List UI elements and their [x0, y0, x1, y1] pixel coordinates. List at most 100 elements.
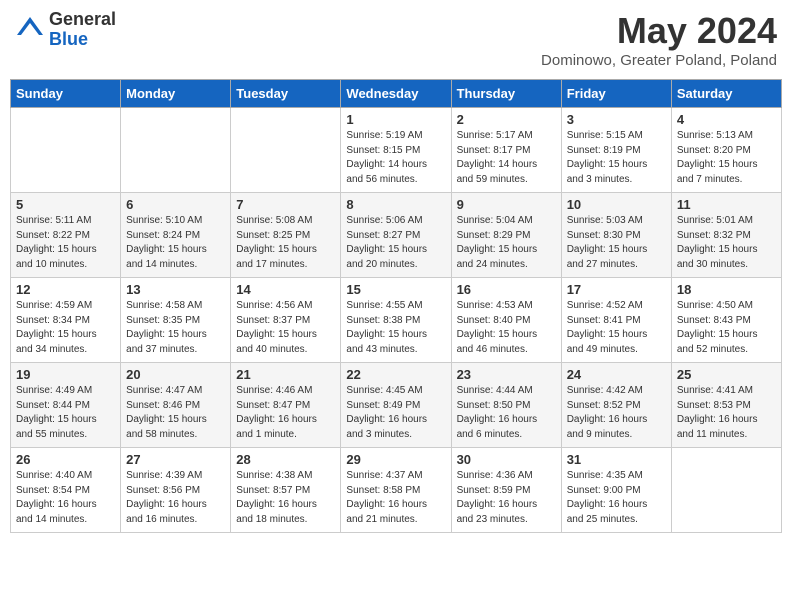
day-info: Sunrise: 4:55 AM Sunset: 8:38 PM Dayligh…: [346, 299, 445, 357]
day-info: Sunrise: 4:37 AM Sunset: 8:58 PM Dayligh…: [346, 469, 445, 527]
logo-icon: [15, 15, 45, 45]
day-number: 9: [457, 197, 556, 212]
day-info: Sunrise: 4:41 AM Sunset: 8:53 PM Dayligh…: [677, 384, 776, 442]
calendar-cell: [231, 108, 341, 193]
calendar-week-3: 12 Sunrise: 4:59 AM Sunset: 8:34 PM Dayli…: [11, 278, 782, 363]
day-info: Sunrise: 4:44 AM Sunset: 8:50 PM Dayligh…: [457, 384, 556, 442]
day-number: 20: [126, 367, 225, 382]
calendar-cell: [121, 108, 231, 193]
day-info: Sunrise: 5:03 AM Sunset: 8:30 PM Dayligh…: [567, 214, 666, 272]
calendar-week-4: 19 Sunrise: 4:49 AM Sunset: 8:44 PM Dayli…: [11, 363, 782, 448]
day-info: Sunrise: 5:13 AM Sunset: 8:20 PM Dayligh…: [677, 129, 776, 187]
day-number: 11: [677, 197, 776, 212]
column-header-wednesday: Wednesday: [341, 80, 451, 108]
day-number: 10: [567, 197, 666, 212]
day-number: 15: [346, 282, 445, 297]
day-info: Sunrise: 4:52 AM Sunset: 8:41 PM Dayligh…: [567, 299, 666, 357]
column-header-friday: Friday: [561, 80, 671, 108]
day-info: Sunrise: 4:59 AM Sunset: 8:34 PM Dayligh…: [16, 299, 115, 357]
day-number: 1: [346, 112, 445, 127]
day-info: Sunrise: 4:47 AM Sunset: 8:46 PM Dayligh…: [126, 384, 225, 442]
day-number: 26: [16, 452, 115, 467]
calendar-cell: 2 Sunrise: 5:17 AM Sunset: 8:17 PM Daylig…: [451, 108, 561, 193]
logo-text: General Blue: [49, 10, 116, 50]
day-number: 29: [346, 452, 445, 467]
day-info: Sunrise: 4:53 AM Sunset: 8:40 PM Dayligh…: [457, 299, 556, 357]
day-number: 16: [457, 282, 556, 297]
month-title: May 2024: [541, 10, 777, 52]
calendar-cell: 30Sunrise: 4:36 AM Sunset: 8:59 PM Dayli…: [451, 448, 561, 533]
day-number: 27: [126, 452, 225, 467]
day-info: Sunrise: 5:06 AM Sunset: 8:27 PM Dayligh…: [346, 214, 445, 272]
calendar-cell: 22Sunrise: 4:45 AM Sunset: 8:49 PM Dayli…: [341, 363, 451, 448]
day-info: Sunrise: 4:40 AM Sunset: 8:54 PM Dayligh…: [16, 469, 115, 527]
day-info: Sunrise: 4:49 AM Sunset: 8:44 PM Dayligh…: [16, 384, 115, 442]
calendar-cell: 17Sunrise: 4:52 AM Sunset: 8:41 PM Dayli…: [561, 278, 671, 363]
day-number: 23: [457, 367, 556, 382]
calendar-cell: 8 Sunrise: 5:06 AM Sunset: 8:27 PM Daylig…: [341, 193, 451, 278]
day-info: Sunrise: 5:15 AM Sunset: 8:19 PM Dayligh…: [567, 129, 666, 187]
day-number: 12: [16, 282, 115, 297]
day-info: Sunrise: 4:42 AM Sunset: 8:52 PM Dayligh…: [567, 384, 666, 442]
calendar-cell: 31 Sunrise: 4:35 AM Sunset: 9:00 PM Dayli…: [561, 448, 671, 533]
day-info: Sunrise: 5:10 AM Sunset: 8:24 PM Dayligh…: [126, 214, 225, 272]
calendar-cell: 29 Sunrise: 4:37 AM Sunset: 8:58 PM Dayli…: [341, 448, 451, 533]
calendar-cell: 11Sunrise: 5:01 AM Sunset: 8:32 PM Dayli…: [671, 193, 781, 278]
day-number: 13: [126, 282, 225, 297]
day-info: Sunrise: 5:19 AM Sunset: 8:15 PM Dayligh…: [346, 129, 445, 187]
day-number: 19: [16, 367, 115, 382]
day-info: Sunrise: 4:56 AM Sunset: 8:37 PM Dayligh…: [236, 299, 335, 357]
day-number: 30: [457, 452, 556, 467]
day-info: Sunrise: 4:58 AM Sunset: 8:35 PM Dayligh…: [126, 299, 225, 357]
calendar-week-1: 1 Sunrise: 5:19 AM Sunset: 8:15 PM Daylig…: [11, 108, 782, 193]
calendar-week-2: 5Sunrise: 5:11 AM Sunset: 8:22 PM Daylig…: [11, 193, 782, 278]
calendar-cell: 26 Sunrise: 4:40 AM Sunset: 8:54 PM Dayli…: [11, 448, 121, 533]
day-info: Sunrise: 4:46 AM Sunset: 8:47 PM Dayligh…: [236, 384, 335, 442]
calendar-cell: 10 Sunrise: 5:03 AM Sunset: 8:30 PM Dayli…: [561, 193, 671, 278]
calendar-cell: 12 Sunrise: 4:59 AM Sunset: 8:34 PM Dayli…: [11, 278, 121, 363]
calendar-cell: 9 Sunrise: 5:04 AM Sunset: 8:29 PM Daylig…: [451, 193, 561, 278]
day-number: 14: [236, 282, 335, 297]
day-info: Sunrise: 5:04 AM Sunset: 8:29 PM Dayligh…: [457, 214, 556, 272]
day-info: Sunrise: 4:35 AM Sunset: 9:00 PM Dayligh…: [567, 469, 666, 527]
day-number: 8: [346, 197, 445, 212]
calendar-cell: 7Sunrise: 5:08 AM Sunset: 8:25 PM Daylig…: [231, 193, 341, 278]
day-number: 28: [236, 452, 335, 467]
calendar-header-row: SundayMondayTuesdayWednesdayThursdayFrid…: [11, 80, 782, 108]
column-header-monday: Monday: [121, 80, 231, 108]
day-number: 5: [16, 197, 115, 212]
calendar-cell: 27Sunrise: 4:39 AM Sunset: 8:56 PM Dayli…: [121, 448, 231, 533]
calendar-cell: 3 Sunrise: 5:15 AM Sunset: 8:19 PM Daylig…: [561, 108, 671, 193]
calendar-cell: 5Sunrise: 5:11 AM Sunset: 8:22 PM Daylig…: [11, 193, 121, 278]
day-info: Sunrise: 4:38 AM Sunset: 8:57 PM Dayligh…: [236, 469, 335, 527]
calendar-cell: [11, 108, 121, 193]
day-number: 4: [677, 112, 776, 127]
day-number: 25: [677, 367, 776, 382]
day-number: 21: [236, 367, 335, 382]
calendar-cell: 19 Sunrise: 4:49 AM Sunset: 8:44 PM Dayli…: [11, 363, 121, 448]
calendar-cell: [671, 448, 781, 533]
calendar-cell: 20 Sunrise: 4:47 AM Sunset: 8:46 PM Dayli…: [121, 363, 231, 448]
day-number: 2: [457, 112, 556, 127]
day-number: 3: [567, 112, 666, 127]
calendar-cell: 1 Sunrise: 5:19 AM Sunset: 8:15 PM Daylig…: [341, 108, 451, 193]
column-header-tuesday: Tuesday: [231, 80, 341, 108]
title-block: May 2024 Dominowo, Greater Poland, Polan…: [541, 10, 777, 69]
column-header-sunday: Sunday: [11, 80, 121, 108]
calendar-cell: 14 Sunrise: 4:56 AM Sunset: 8:37 PM Dayli…: [231, 278, 341, 363]
calendar-cell: 18Sunrise: 4:50 AM Sunset: 8:43 PM Dayli…: [671, 278, 781, 363]
calendar-week-5: 26 Sunrise: 4:40 AM Sunset: 8:54 PM Dayli…: [11, 448, 782, 533]
day-number: 18: [677, 282, 776, 297]
calendar-table: SundayMondayTuesdayWednesdayThursdayFrid…: [10, 79, 782, 533]
calendar-cell: 25 Sunrise: 4:41 AM Sunset: 8:53 PM Dayli…: [671, 363, 781, 448]
calendar-cell: 21 Sunrise: 4:46 AM Sunset: 8:47 PM Dayli…: [231, 363, 341, 448]
day-number: 22: [346, 367, 445, 382]
calendar-cell: 23 Sunrise: 4:44 AM Sunset: 8:50 PM Dayli…: [451, 363, 561, 448]
calendar-cell: 24 Sunrise: 4:42 AM Sunset: 8:52 PM Dayli…: [561, 363, 671, 448]
day-info: Sunrise: 5:17 AM Sunset: 8:17 PM Dayligh…: [457, 129, 556, 187]
day-number: 24: [567, 367, 666, 382]
column-header-thursday: Thursday: [451, 80, 561, 108]
day-info: Sunrise: 5:08 AM Sunset: 8:25 PM Dayligh…: [236, 214, 335, 272]
day-number: 6: [126, 197, 225, 212]
day-number: 31: [567, 452, 666, 467]
